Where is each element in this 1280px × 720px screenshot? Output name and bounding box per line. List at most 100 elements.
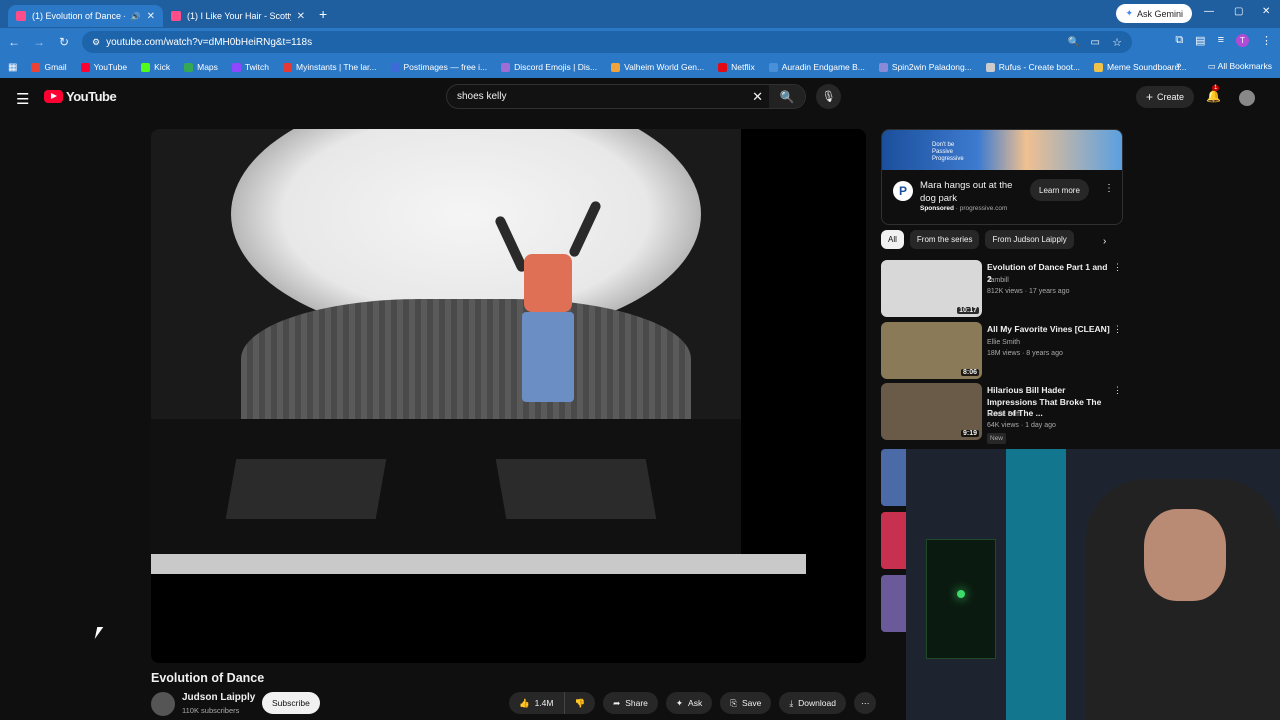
- bookmark-item[interactable]: Maps: [184, 62, 218, 72]
- filter-chips: All From the series From Judson Laipply: [881, 230, 1074, 249]
- video-thumbnail[interactable]: 10:17: [881, 260, 982, 317]
- bookmark-star-icon[interactable]: ☆: [1112, 36, 1122, 49]
- create-button[interactable]: + Create: [1136, 86, 1195, 108]
- bookmark-item[interactable]: Postimages — free i...: [390, 62, 487, 72]
- video-thumbnail[interactable]: 8:06: [881, 322, 982, 379]
- speaker-icon[interactable]: 🔊: [131, 12, 141, 21]
- recommendation-item[interactable]: 8:06 All My Favorite Vines [CLEAN] Ellie S…: [881, 322, 1126, 380]
- chip-from-judson-laipply[interactable]: From Judson Laipply: [985, 230, 1074, 249]
- close-window-icon[interactable]: ✕: [1262, 6, 1270, 17]
- cast-icon[interactable]: ▭: [1091, 37, 1100, 48]
- voice-search-button[interactable]: 🎙: [816, 84, 841, 109]
- chip-all[interactable]: All: [881, 230, 904, 249]
- video-thumbnail[interactable]: 9:19: [881, 383, 982, 440]
- back-icon[interactable]: ←: [3, 35, 25, 49]
- learn-more-button[interactable]: Learn more: [1030, 179, 1089, 201]
- bookmark-label: Valheim World Gen...: [624, 62, 705, 72]
- more-vertical-icon[interactable]: ⋮: [1113, 324, 1122, 335]
- bookmark-item[interactable]: Myinstants | The lar...: [283, 62, 377, 72]
- sponsored-ad[interactable]: Don't be Passive Progressive P Mara hang…: [881, 129, 1123, 225]
- dislike-button[interactable]: 👎: [565, 692, 596, 714]
- apps-grid-icon[interactable]: ▦: [8, 62, 17, 73]
- recommendation-channel[interactable]: Jambill: [987, 275, 1070, 286]
- reload-icon[interactable]: ↻: [53, 35, 75, 49]
- recommendation-channel[interactable]: Movie Buff: [987, 409, 1056, 420]
- close-tab-icon[interactable]: ✕: [297, 11, 305, 22]
- save-button[interactable]: ⎘ Save: [720, 692, 772, 714]
- more-actions-button[interactable]: ⋯: [853, 692, 877, 714]
- ad-menu-icon[interactable]: ⋮: [1104, 183, 1114, 194]
- bookmark-favicon-icon: [985, 62, 995, 72]
- account-avatar[interactable]: [1239, 90, 1255, 106]
- recommendation-stats: 64K views · 1 day ago: [987, 422, 1056, 429]
- ask-button[interactable]: ✦ Ask: [665, 692, 713, 714]
- ask-gemini-button[interactable]: ✦ Ask Gemini: [1116, 4, 1192, 23]
- more-horizontal-icon: ⋯: [860, 697, 870, 708]
- search-box[interactable]: shoes kelly ✕ 🔍: [446, 84, 806, 109]
- bookmark-item[interactable]: Auradin Endgame B...: [768, 62, 865, 72]
- recommendation-channel[interactable]: Ellie Smith: [987, 337, 1063, 348]
- share-label: Share: [625, 698, 648, 708]
- all-bookmarks-button[interactable]: ▭ All Bookmarks: [1208, 61, 1272, 72]
- forward-icon[interactable]: →: [28, 35, 50, 49]
- ad-title[interactable]: Mara hangs out at the dog park: [920, 179, 1030, 205]
- bookmark-label: Gmail: [44, 62, 67, 72]
- bookmark-item[interactable]: YouTube: [80, 62, 127, 72]
- zoom-icon[interactable]: 🔍: [1068, 37, 1080, 48]
- channel-avatar[interactable]: [151, 692, 175, 716]
- bookmark-favicon-icon: [283, 62, 293, 72]
- recommendation-title[interactable]: All My Favorite Vines [CLEAN]: [987, 324, 1112, 336]
- bookmark-item[interactable]: Netflix: [718, 62, 755, 72]
- video-player[interactable]: [151, 129, 866, 663]
- browser-menu-icon[interactable]: ⋮: [1261, 34, 1272, 47]
- bookmark-item[interactable]: Meme Soundboard...: [1094, 62, 1186, 72]
- tab-i-like-your-hair[interactable]: (1) I Like Your Hair - Scotty Van ✕: [163, 5, 313, 27]
- bookmark-item[interactable]: Twitch: [231, 62, 269, 72]
- share-button[interactable]: ➦ Share: [603, 692, 658, 714]
- share-icon: ➦: [613, 697, 621, 708]
- search-icon: 🔍: [779, 89, 795, 104]
- search-input[interactable]: shoes kelly: [457, 91, 506, 102]
- like-button[interactable]: 👍 1.4M: [509, 692, 565, 714]
- site-info-icon[interactable]: ⚙: [92, 37, 100, 48]
- bookmark-favicon-icon: [390, 62, 400, 72]
- sidepanel-icon[interactable]: ▤: [1195, 34, 1205, 47]
- clear-search-icon[interactable]: ✕: [752, 89, 763, 105]
- bookmarks-overflow-icon[interactable]: »: [1176, 60, 1182, 71]
- minimize-icon[interactable]: —: [1204, 6, 1214, 17]
- maximize-icon[interactable]: ▢: [1234, 6, 1243, 17]
- download-button[interactable]: ⤓ Download: [779, 692, 846, 714]
- ask-label: Ask: [688, 698, 703, 708]
- bookmark-item[interactable]: Spin2win Paladong...: [878, 62, 972, 72]
- bookmark-label: Meme Soundboard...: [1107, 62, 1187, 72]
- profile-avatar[interactable]: T: [1236, 34, 1249, 47]
- address-bar[interactable]: ⚙ youtube.com/watch?v=dMH0bHeiRNg&t=118s…: [82, 31, 1132, 53]
- bookmark-item[interactable]: Gmail: [31, 62, 67, 72]
- bookmark-favicon-icon: [878, 62, 888, 72]
- notifications-button[interactable]: 🔔 1: [1206, 85, 1221, 103]
- bookmark-item[interactable]: Discord Emojis | Dis...: [501, 62, 597, 72]
- subscribe-button[interactable]: Subscribe: [262, 692, 320, 714]
- more-vertical-icon[interactable]: ⋮: [1113, 385, 1122, 396]
- thumbs-up-icon: 👍: [519, 697, 530, 708]
- youtube-logo[interactable]: YouTube: [44, 89, 117, 104]
- bookmark-item[interactable]: Valheim World Gen...: [611, 62, 704, 72]
- bookmark-item[interactable]: Kick: [141, 62, 170, 72]
- chevron-right-icon[interactable]: ›: [1103, 236, 1106, 247]
- chip-from-the-series[interactable]: From the series: [909, 230, 980, 249]
- channel-name[interactable]: Judson Laipply: [182, 692, 255, 703]
- ask-gemini-label: Ask Gemini: [1136, 8, 1183, 19]
- more-vertical-icon[interactable]: ⋮: [1113, 262, 1122, 273]
- new-tab-button[interactable]: +: [319, 6, 327, 22]
- ad-banner-image[interactable]: Don't be Passive Progressive: [882, 130, 1122, 170]
- close-tab-icon[interactable]: ✕: [147, 11, 155, 22]
- recommendation-item[interactable]: 9:19 Hilarious Bill Hader Impressions Tha…: [881, 383, 1126, 444]
- recommendation-item[interactable]: 10:17 Evolution of Dance Part 1 and 2 Jamb…: [881, 260, 1126, 318]
- extensions-icon[interactable]: ⧉: [1175, 34, 1183, 47]
- search-button[interactable]: 🔍: [769, 85, 805, 108]
- tab-title: (1) Evolution of Dance - You: [32, 11, 125, 21]
- bookmark-item[interactable]: Rufus - Create boot...: [985, 62, 1080, 72]
- tab-evolution-of-dance[interactable]: (1) Evolution of Dance - You 🔊 ✕: [8, 5, 163, 27]
- hamburger-menu-icon[interactable]: ☰: [16, 90, 29, 108]
- media-controls-icon[interactable]: ≡: [1218, 34, 1224, 47]
